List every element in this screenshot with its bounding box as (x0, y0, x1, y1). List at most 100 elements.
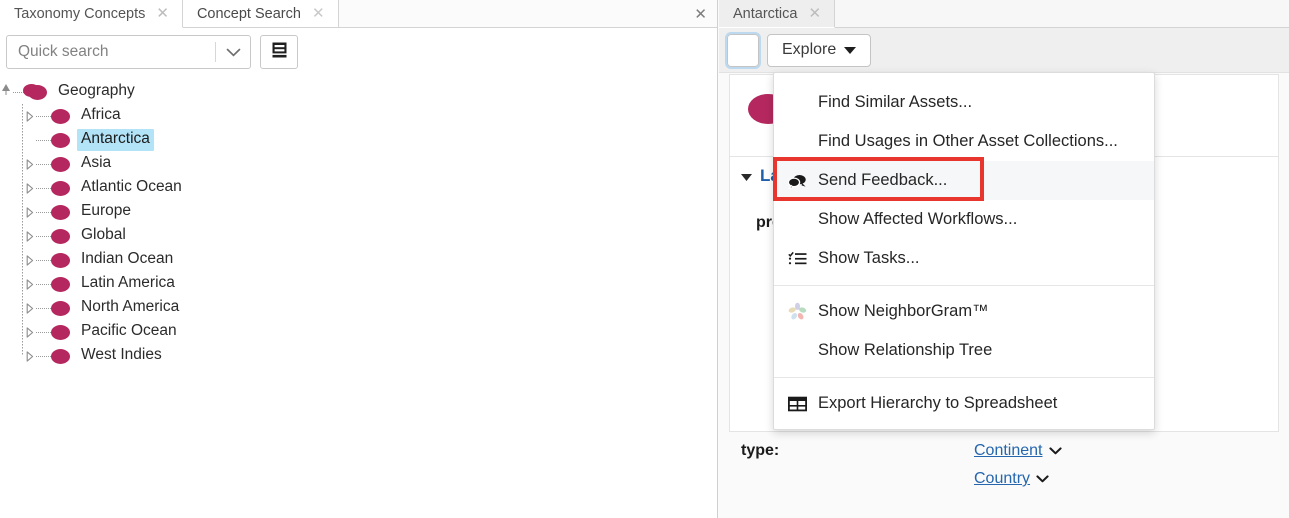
expand-arrow-icon[interactable] (23, 224, 36, 248)
tree-connector (36, 344, 51, 368)
tree-connector (13, 80, 28, 104)
tabbar-spacer (835, 0, 1289, 27)
tree-node-west-indies[interactable]: West Indies (0, 344, 717, 368)
menu-item-label: Export Hierarchy to Spreadsheet (818, 394, 1057, 413)
kebab-menu-button[interactable] (727, 34, 759, 67)
chevron-down-icon[interactable] (1036, 470, 1049, 488)
concept-circle-icon (51, 109, 70, 124)
left-tabbar: Taxonomy Concepts ✕ Concept Search ✕ ✕ (0, 0, 717, 28)
tab-antarctica[interactable]: Antarctica ✕ (719, 0, 835, 28)
tree-node-latin-america[interactable]: Latin America (0, 272, 717, 296)
tree-node-label: Antarctica (77, 129, 154, 151)
menu-item[interactable]: Show Affected Workflows... (774, 200, 1154, 239)
tree-node-europe[interactable]: Europe (0, 200, 717, 224)
root-anchor-icon (0, 80, 13, 104)
tab-label: Antarctica (733, 6, 797, 22)
spreadsheet-grid-icon (788, 396, 818, 412)
tree-node-atlantic-ocean[interactable]: Atlantic Ocean (0, 176, 717, 200)
tree-node-asia[interactable]: Asia (0, 152, 717, 176)
expand-arrow-icon[interactable] (23, 272, 36, 296)
tree-connector (36, 176, 51, 200)
close-icon[interactable]: ✕ (312, 6, 325, 21)
tabbar-spacer (339, 0, 685, 27)
quick-search-box[interactable] (6, 35, 251, 69)
expand-arrow-icon[interactable] (23, 200, 36, 224)
tree-indent (0, 248, 22, 272)
tree-node-root[interactable]: Geography (0, 80, 717, 104)
tree-connector (36, 248, 51, 272)
chevron-down-icon[interactable] (216, 48, 250, 57)
menu-separator (774, 285, 1154, 286)
tree-node-global[interactable]: Global (0, 224, 717, 248)
type-value: Country (974, 470, 1062, 488)
taxonomy-tree: Geography AfricaAntarcticaAsiaAtlantic O… (0, 76, 717, 368)
caret-down-icon (844, 41, 856, 59)
menu-item[interactable]: Send Feedback... (774, 161, 1154, 200)
concept-circle-icon (51, 157, 70, 172)
expand-arrow-icon[interactable] (23, 320, 36, 344)
tree-connector (36, 296, 51, 320)
tree-children-container: AfricaAntarcticaAsiaAtlantic OceanEurope… (0, 104, 717, 368)
menu-item[interactable]: Show NeighborGram™ (774, 292, 1154, 331)
concept-circle-icon (51, 205, 70, 220)
type-value-link[interactable]: Country (974, 470, 1030, 488)
tree-indent (0, 104, 22, 128)
menu-item-label: Show Affected Workflows... (818, 210, 1017, 229)
expand-arrow-icon[interactable] (23, 248, 36, 272)
menu-item[interactable]: Show Tasks... (774, 239, 1154, 278)
tree-node-label: Indian Ocean (77, 249, 177, 271)
tree-indent (0, 320, 22, 344)
tree-node-indian-ocean[interactable]: Indian Ocean (0, 248, 717, 272)
taxonomy-panel: Taxonomy Concepts ✕ Concept Search ✕ ✕ (0, 0, 718, 518)
expand-arrow-icon[interactable] (23, 152, 36, 176)
chevron-down-icon[interactable] (1049, 442, 1062, 460)
tree-node-north-america[interactable]: North America (0, 296, 717, 320)
tab-taxonomy-concepts[interactable]: Taxonomy Concepts ✕ (0, 0, 183, 28)
tree-connector (36, 320, 51, 344)
expand-arrow-icon[interactable] (23, 344, 36, 368)
tab-label: Taxonomy Concepts (14, 6, 145, 22)
panel-close-icon[interactable]: ✕ (684, 0, 717, 27)
right-tabbar: Antarctica ✕ (719, 0, 1289, 28)
explore-dropdown-menu[interactable]: Find Similar Assets...Find Usages in Oth… (773, 72, 1155, 430)
tree-node-label: Asia (77, 153, 115, 175)
tab-label: Concept Search (197, 6, 301, 22)
book-icon (271, 41, 288, 64)
expand-arrow-icon[interactable] (23, 104, 36, 128)
tree-indent (0, 296, 22, 320)
menu-item[interactable]: Show Relationship Tree (774, 331, 1154, 370)
tree-indent (0, 224, 22, 248)
tree-node-pacific-ocean[interactable]: Pacific Ocean (0, 320, 717, 344)
menu-item[interactable]: Find Usages in Other Asset Collections..… (774, 122, 1154, 161)
search-input[interactable] (7, 43, 215, 61)
tree-leaf-spacer (23, 128, 36, 152)
concept-circle-icon (51, 349, 70, 364)
expand-arrow-icon[interactable] (23, 296, 36, 320)
tree-node-label: Atlantic Ocean (77, 177, 186, 199)
menu-item[interactable]: Export Hierarchy to Spreadsheet (774, 384, 1154, 423)
tab-concept-search[interactable]: Concept Search ✕ (183, 0, 339, 27)
search-toolbar (0, 28, 717, 76)
close-icon[interactable]: ✕ (156, 6, 169, 21)
application-window: Taxonomy Concepts ✕ Concept Search ✕ ✕ (0, 0, 1289, 518)
tree-indent (0, 344, 22, 368)
tree-node-antarctica[interactable]: Antarctica (0, 128, 717, 152)
menu-separator (774, 377, 1154, 378)
expand-arrow-icon[interactable] (23, 176, 36, 200)
type-value-link[interactable]: Continent (974, 442, 1043, 460)
tree-node-label: Geography (54, 81, 139, 103)
menu-item[interactable]: Find Similar Assets... (774, 83, 1154, 122)
tree-node-label: Pacific Ocean (77, 321, 181, 343)
tree-indent (0, 176, 22, 200)
type-key-label: type: (741, 442, 779, 460)
tree-node-africa[interactable]: Africa (0, 104, 717, 128)
concept-circle-icon (51, 253, 70, 268)
thesaurus-book-button[interactable] (260, 35, 298, 69)
type-value: Continent (974, 442, 1062, 460)
explore-button[interactable]: Explore (767, 34, 871, 67)
close-icon[interactable]: ✕ (808, 6, 821, 21)
concept-detail-panel: Antarctica ✕ Explore (719, 0, 1289, 518)
concept-circle-icon (51, 133, 70, 148)
detail-toolbar: Explore (719, 28, 1289, 73)
tree-node-label: Africa (77, 105, 125, 127)
